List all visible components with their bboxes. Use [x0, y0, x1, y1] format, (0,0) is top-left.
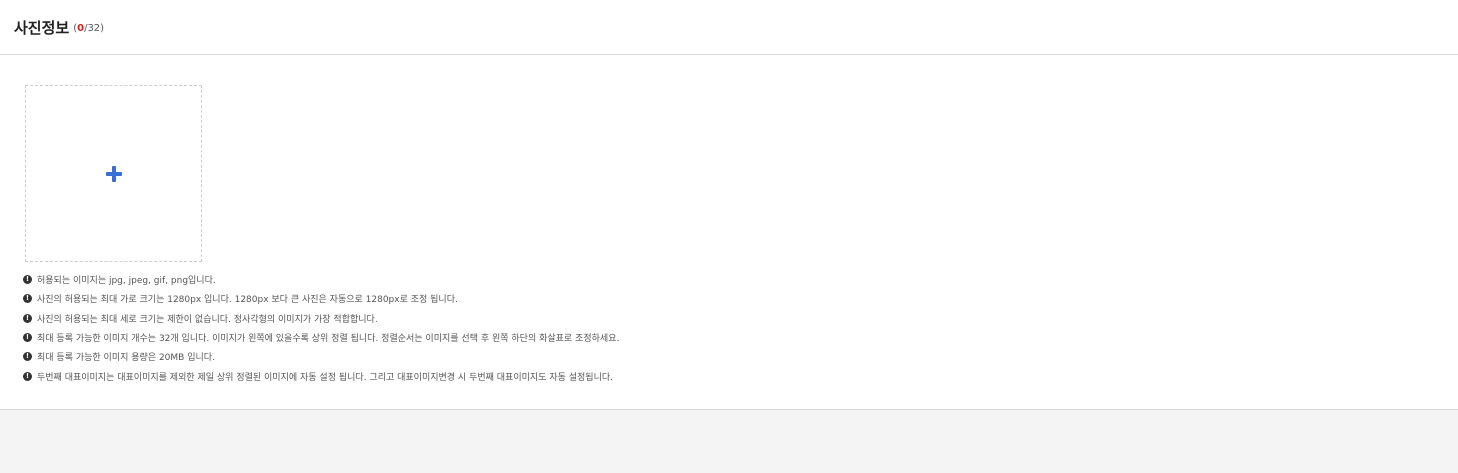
- note-item: ! 최대 등록 가능한 이미지 용량은 20MB 입니다.: [23, 347, 1458, 366]
- note-text: 사진의 허용되는 최대 가로 크기는 1280px 입니다. 1280px 보다…: [37, 295, 458, 306]
- note-item: ! 허용되는 이미지는 jpg, jpeg, gif, png입니다.: [23, 270, 1458, 289]
- note-text: 두번째 대표이미지는 대표이미지를 제외한 제일 상위 정렬된 이미지에 자동 …: [37, 372, 613, 383]
- note-text: 허용되는 이미지는 jpg, jpeg, gif, png입니다.: [37, 276, 216, 287]
- exclamation-circle-icon: !: [23, 313, 32, 323]
- section-body: ! 허용되는 이미지는 jpg, jpeg, gif, png입니다. ! 사진의 …: [0, 55, 1458, 386]
- add-photo-button[interactable]: [25, 85, 202, 262]
- exclamation-circle-icon: !: [23, 333, 32, 343]
- note-text: 최대 등록 가능한 이미지 개수는 32개 입니다. 이미지가 왼쪽에 있을수록…: [37, 334, 620, 345]
- notes-list: ! 허용되는 이미지는 jpg, jpeg, gif, png입니다. ! 사진의 …: [23, 270, 1458, 386]
- exclamation-circle-icon: !: [23, 275, 32, 285]
- note-item: ! 최대 등록 가능한 이미지 개수는 32개 입니다. 이미지가 왼쪽에 있을수…: [23, 328, 1458, 347]
- exclamation-circle-icon: !: [23, 371, 32, 381]
- note-text: 사진의 허용되는 최대 세로 크기는 제한이 없습니다. 정사각형의 이미지가 …: [37, 314, 378, 325]
- exclamation-circle-icon: !: [23, 294, 32, 304]
- note-item: ! 두번째 대표이미지는 대표이미지를 제외한 제일 상위 정렬된 이미지에 자동…: [23, 366, 1458, 385]
- note-text: 최대 등록 가능한 이미지 용량은 20MB 입니다.: [37, 353, 215, 364]
- section-header: 사진정보 (0/32): [0, 0, 1458, 55]
- photo-count: (0/32): [73, 23, 104, 34]
- photo-count-total: /32): [84, 22, 105, 34]
- note-item: ! 사진의 허용되는 최대 가로 크기는 1280px 입니다. 1280px 보…: [23, 289, 1458, 308]
- note-item: ! 사진의 허용되는 최대 세로 크기는 제한이 없습니다. 정사각형의 이미지가…: [23, 309, 1458, 328]
- exclamation-circle-icon: !: [23, 352, 32, 362]
- plus-icon: [105, 165, 122, 182]
- photo-info-panel: 사진정보 (0/32) ! 허용되는 이미지는 jpg, jpeg, gif, p…: [0, 0, 1458, 410]
- section-title: 사진정보: [14, 18, 70, 37]
